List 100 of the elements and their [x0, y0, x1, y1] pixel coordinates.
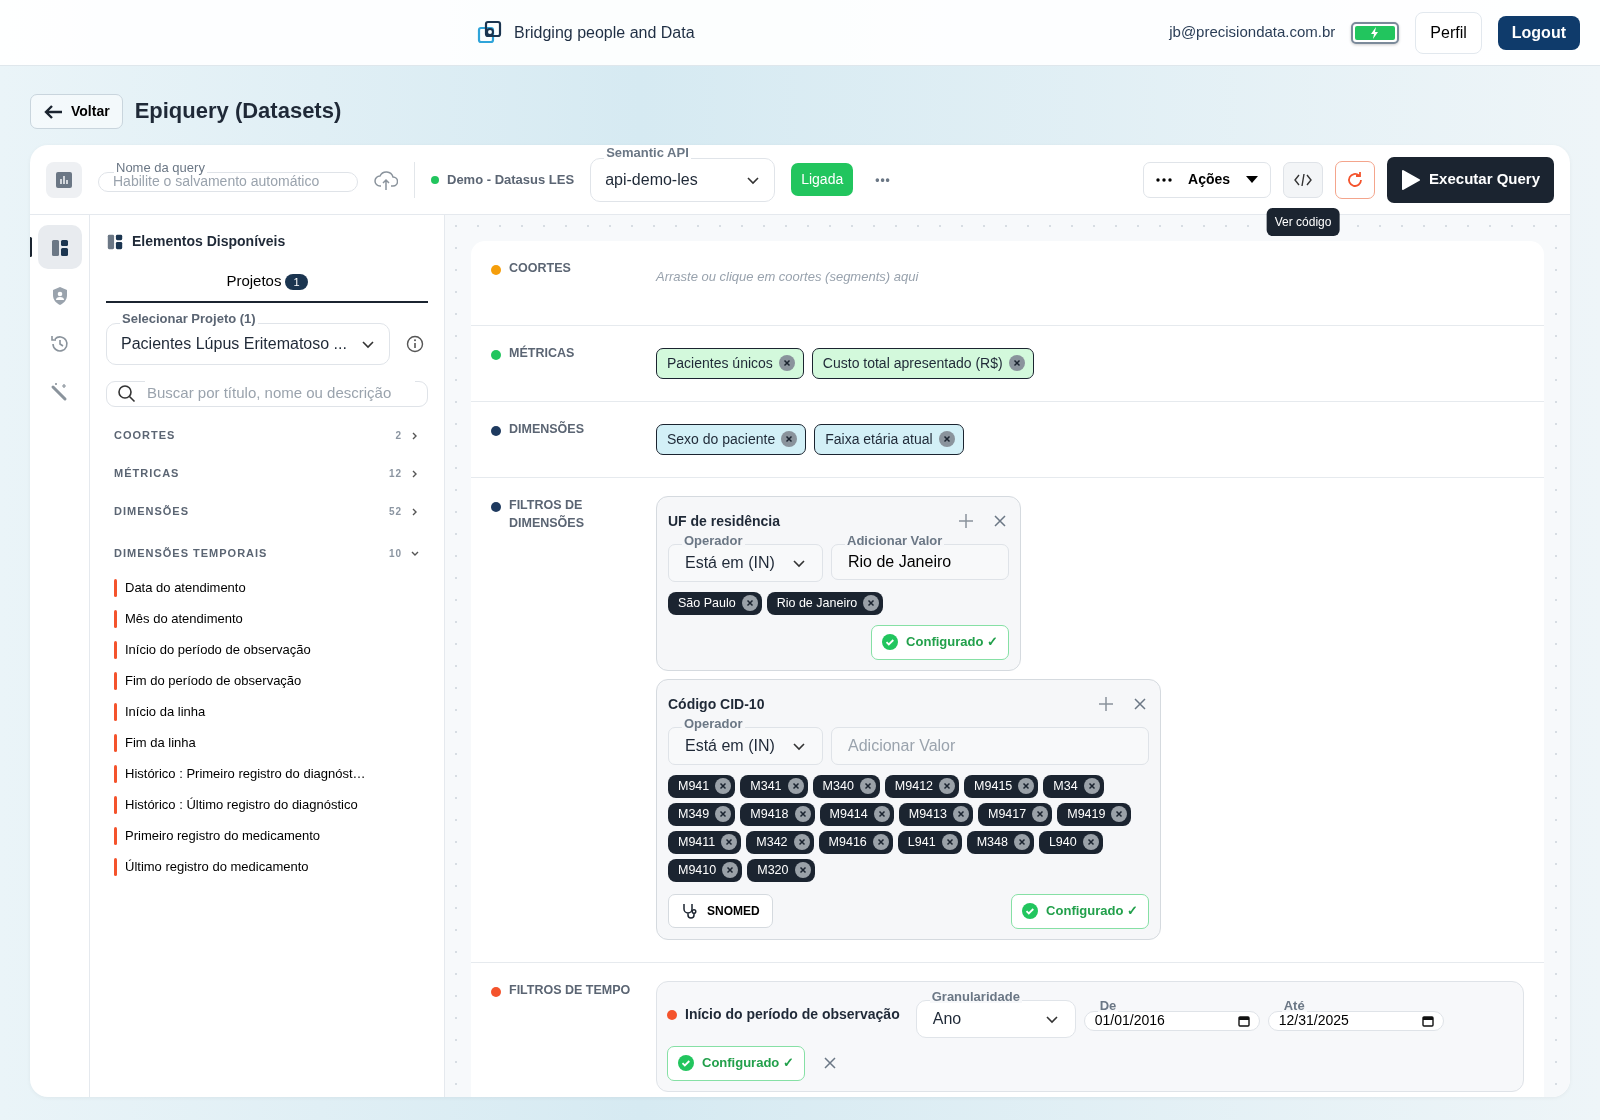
more-button[interactable]: •••	[869, 169, 897, 190]
remove-icon[interactable]	[778, 355, 795, 371]
sidebar-item[interactable]: Início do período de observação	[106, 634, 428, 666]
remove-icon[interactable]	[722, 862, 739, 878]
actions-button[interactable]: Ações	[1143, 161, 1272, 198]
value-chip[interactable]: M320	[747, 858, 815, 882]
dimension-chip[interactable]: Sexo do paciente	[656, 423, 807, 455]
remove-icon[interactable]	[872, 834, 889, 850]
date-from-field[interactable]: 01/01/2016	[1083, 1010, 1260, 1031]
sidebar-item[interactable]: Fim da linha	[106, 727, 428, 759]
projects-tab[interactable]: Projetos 1	[106, 260, 428, 303]
layout-icon	[106, 232, 124, 251]
value-chip[interactable]: Rio de Janeiro	[766, 591, 884, 615]
value-chip[interactable]: M348	[966, 830, 1034, 854]
remove-icon[interactable]	[1032, 806, 1049, 822]
code-button[interactable]	[1283, 161, 1324, 198]
sidebar-item[interactable]: Histórico : Primeiro registro do diagnóst…	[106, 758, 428, 790]
value-chip[interactable]: M9415	[964, 774, 1039, 798]
remove-icon[interactable]	[953, 806, 969, 822]
semantic-api-select[interactable]: api-demo-les	[590, 157, 776, 202]
value-chip[interactable]: M9418	[740, 802, 815, 826]
value-chip[interactable]: M9416	[818, 830, 893, 854]
remove-icon[interactable]	[1018, 778, 1035, 794]
value-chip[interactable]: M341	[740, 774, 808, 798]
sidebar-item[interactable]: Data do atendimento	[106, 572, 428, 604]
value-chip[interactable]: M9419	[1057, 802, 1132, 826]
configured-status: Configurado ✓	[667, 1045, 805, 1081]
logout-button[interactable]: Logout	[1497, 15, 1580, 50]
remove-icon[interactable]	[1082, 834, 1099, 850]
tooltip: Ver código	[1266, 207, 1340, 236]
sidebar-item[interactable]: Fim do período de observação	[106, 665, 428, 697]
section-label: DIMENSÕES	[509, 420, 585, 438]
sidebar-item[interactable]: Mês do atendimento	[106, 603, 428, 635]
calendar-icon[interactable]	[1421, 1014, 1434, 1027]
remove-icon[interactable]	[938, 431, 955, 447]
value-chip[interactable]: M342	[746, 830, 814, 854]
count-badge: 1	[285, 274, 308, 290]
value-chip[interactable]: M9413	[898, 802, 973, 826]
category-header[interactable]: DIMENSÕES TEMPORAIS 10	[106, 534, 428, 573]
value-chip[interactable]: M9410	[668, 858, 743, 882]
battery-icon	[1351, 21, 1400, 44]
remove-icon[interactable]	[873, 806, 890, 822]
remove-icon[interactable]	[781, 431, 798, 447]
value-chip[interactable]: M9412	[884, 774, 960, 798]
back-button[interactable]: Voltar	[30, 94, 123, 129]
snomed-button[interactable]: SNOMED	[668, 894, 773, 928]
value-chip[interactable]: M941	[668, 774, 736, 798]
profile-button[interactable]: Perfil	[1415, 11, 1482, 54]
dimension-chip[interactable]: Faixa etária atual	[814, 423, 964, 455]
search-field[interactable]: Buscar por título, nome ou descrição	[106, 380, 428, 407]
remove-icon[interactable]	[794, 862, 811, 878]
cloud-upload-icon[interactable]	[374, 168, 398, 191]
value-chip[interactable]: M9414	[819, 802, 894, 826]
remove-icon[interactable]	[1013, 834, 1030, 850]
field-label: Operador	[682, 533, 745, 547]
info-icon[interactable]	[406, 334, 424, 353]
category-header[interactable]: COORTES 2	[106, 416, 428, 455]
value-chip[interactable]: São Paulo	[668, 591, 762, 615]
sidebar-item[interactable]: Início da linha	[106, 696, 428, 728]
sidebar-item[interactable]: Histórico : Último registro do diagnóstico	[106, 789, 428, 821]
value-field[interactable]: Adicionar Valor	[831, 726, 1149, 765]
run-query-button[interactable]: Executar Query	[1387, 156, 1554, 203]
code-icon	[1294, 172, 1313, 187]
user-email: jb@precisiondata.com.br	[1169, 22, 1336, 43]
value-chip[interactable]: L940	[1038, 830, 1103, 854]
metric-chip[interactable]: Custo total apresentado (R$)	[811, 347, 1034, 379]
refresh-button[interactable]	[1335, 160, 1376, 199]
category-header[interactable]: MÉTRICAS 12	[106, 454, 428, 493]
date-to-field[interactable]: 12/31/2025	[1267, 1010, 1444, 1031]
value-chip[interactable]: M34	[1043, 774, 1104, 798]
layout-icon	[49, 237, 70, 258]
filter-name: UF de residência	[668, 511, 781, 531]
remove-icon[interactable]	[794, 806, 811, 822]
value-chip[interactable]: M340	[812, 774, 880, 798]
remove-icon[interactable]	[1008, 355, 1025, 371]
sidebar-item[interactable]: Primeiro registro do medicamento	[106, 820, 428, 852]
value-chip[interactable]: M349	[668, 802, 736, 826]
remove-icon[interactable]	[863, 595, 880, 611]
sidebar-item[interactable]: Último registro do medicamento	[106, 851, 428, 883]
value-chip[interactable]: M9411	[668, 830, 742, 854]
remove-icon[interactable]	[1111, 806, 1128, 822]
panel-title: Elementos Disponíveis	[132, 232, 286, 251]
remove-icon[interactable]	[741, 595, 758, 611]
remove-icon[interactable]	[939, 778, 956, 794]
refresh-icon	[1346, 170, 1365, 189]
value-chip[interactable]: L941	[897, 830, 962, 854]
remove-icon[interactable]	[715, 806, 732, 822]
configured-status: Configurado ✓	[1011, 893, 1149, 929]
field-label: Operador	[682, 716, 745, 730]
category-header[interactable]: DIMENSÕES 52	[106, 492, 428, 531]
remove-icon[interactable]	[721, 834, 738, 850]
remove-icon[interactable]	[715, 778, 732, 794]
remove-icon[interactable]	[1083, 778, 1100, 794]
remove-icon[interactable]	[787, 778, 804, 794]
metric-chip[interactable]: Pacientes únicos	[656, 347, 804, 379]
calendar-icon[interactable]	[1237, 1014, 1250, 1027]
remove-icon[interactable]	[793, 834, 810, 850]
value-chip[interactable]: M9417	[978, 802, 1053, 826]
remove-icon[interactable]	[941, 834, 958, 850]
remove-icon[interactable]	[859, 778, 876, 794]
